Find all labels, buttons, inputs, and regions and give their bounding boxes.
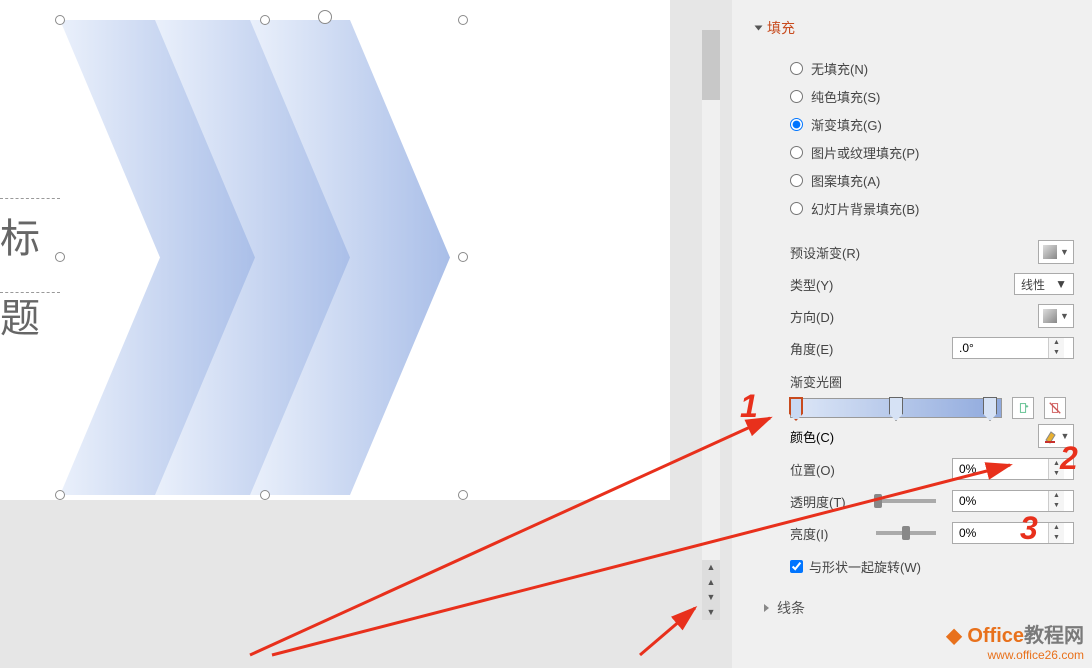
annotation-2: 2: [1060, 440, 1078, 477]
angle-input[interactable]: [953, 338, 1048, 358]
gradient-stop[interactable]: [889, 397, 903, 421]
gradient-stop[interactable]: [983, 397, 997, 421]
vertical-scrollbar[interactable]: ▲ ▼ ▲ ▼: [702, 30, 720, 620]
watermark-url: www.office26.com: [946, 648, 1084, 662]
type-row: 类型(Y) 线性▼: [790, 268, 1074, 300]
spin-down-icon[interactable]: ▼: [1049, 348, 1064, 358]
radio-pattern-fill[interactable]: 图案填充(A): [790, 166, 1074, 194]
transparency-spinner[interactable]: ▲▼: [952, 490, 1074, 512]
rotate-checkbox[interactable]: [790, 560, 803, 573]
transparency-label: 透明度(T): [790, 492, 860, 511]
resize-handle[interactable]: [55, 252, 65, 262]
resize-handle[interactable]: [55, 15, 65, 25]
fill-header-label: 填充: [767, 18, 795, 38]
radio-gradient-fill[interactable]: 渐变填充(G): [790, 110, 1074, 138]
resize-handle[interactable]: [458, 15, 468, 25]
watermark: ◆ Office教程网 www.office26.com: [946, 619, 1084, 662]
rotate-with-shape-checkbox[interactable]: 与形状一起旋转(W): [790, 557, 1074, 576]
spin-up-icon[interactable]: ▲: [1049, 338, 1064, 348]
brightness-label: 亮度(I): [790, 524, 860, 543]
angle-spinner[interactable]: ▲▼: [952, 337, 1074, 359]
direction-label: 方向(D): [790, 307, 834, 326]
scroll-split-up-icon[interactable]: ▲: [702, 560, 720, 575]
color-row: 颜色(C) ▼: [790, 419, 1074, 453]
direction-row: 方向(D) ▼: [790, 300, 1074, 332]
radio-no-fill[interactable]: 无填充(N): [790, 54, 1074, 82]
gradient-stop[interactable]: [789, 397, 803, 421]
transparency-input[interactable]: [953, 491, 1048, 511]
rotate-label: 与形状一起旋转(W): [809, 557, 921, 576]
slide-canvas[interactable]: 标题: [0, 0, 700, 668]
scroll-down-icon[interactable]: ▼: [702, 590, 720, 605]
type-dropdown[interactable]: 线性▼: [1014, 273, 1074, 295]
color-label: 颜色(C): [790, 427, 834, 446]
annotation-3: 3: [1020, 510, 1038, 547]
radio-picture-fill[interactable]: 图片或纹理填充(P): [790, 138, 1074, 166]
shape-selection[interactable]: [60, 20, 470, 500]
spin-up-icon[interactable]: ▲: [1049, 491, 1064, 501]
collapse-icon: [755, 26, 763, 31]
line-header-label: 线条: [777, 598, 805, 618]
line-section-header[interactable]: 线条: [764, 598, 1074, 618]
scroll-split-down-icon[interactable]: ▼: [702, 605, 720, 620]
scroll-up-icon[interactable]: ▲: [702, 575, 720, 590]
position-row: 位置(O) ▲▼: [790, 453, 1074, 485]
angle-row: 角度(E) ▲▼: [790, 332, 1074, 364]
spin-up-icon[interactable]: ▲: [1049, 523, 1064, 533]
slide: 标题: [0, 0, 670, 500]
type-label: 类型(Y): [790, 275, 833, 294]
preset-label: 预设渐变(R): [790, 243, 860, 262]
resize-handle[interactable]: [458, 490, 468, 500]
preset-gradient-row: 预设渐变(R) ▼: [790, 236, 1074, 268]
brightness-spinner[interactable]: ▲▼: [952, 522, 1074, 544]
gradient-stops-slider[interactable]: [790, 398, 1002, 418]
expand-icon: [764, 604, 769, 612]
fill-type-radios: 无填充(N) 纯色填充(S) 渐变填充(G) 图片或纹理填充(P) 图案填充(A…: [790, 54, 1074, 222]
annotation-1: 1: [740, 388, 758, 425]
radio-slidebg-fill[interactable]: 幻灯片背景填充(B): [790, 194, 1074, 222]
spin-down-icon[interactable]: ▼: [1049, 533, 1064, 543]
transparency-slider[interactable]: [876, 499, 936, 503]
resize-handle[interactable]: [260, 15, 270, 25]
format-shape-panel: 填充 无填充(N) 纯色填充(S) 渐变填充(G) 图片或纹理填充(P) 图案填…: [732, 0, 1092, 668]
resize-handle[interactable]: [55, 490, 65, 500]
spin-down-icon[interactable]: ▼: [1049, 501, 1064, 511]
title-placeholder[interactable]: 标题: [0, 198, 60, 293]
scroll-thumb[interactable]: [702, 30, 720, 100]
remove-stop-button[interactable]: [1044, 397, 1066, 419]
direction-dropdown[interactable]: ▼: [1038, 304, 1074, 328]
add-stop-button[interactable]: [1012, 397, 1034, 419]
angle-label: 角度(E): [790, 339, 833, 358]
preset-gradient-dropdown[interactable]: ▼: [1038, 240, 1074, 264]
position-spinner[interactable]: ▲▼: [952, 458, 1074, 480]
fill-section-header[interactable]: 填充: [756, 18, 1074, 38]
position-input[interactable]: [953, 459, 1048, 479]
position-label: 位置(O): [790, 460, 835, 479]
rotate-handle[interactable]: [318, 10, 332, 24]
radio-solid-fill[interactable]: 纯色填充(S): [790, 82, 1074, 110]
brightness-slider[interactable]: [876, 531, 936, 535]
gradient-stops-label: 渐变光圈: [790, 372, 1074, 391]
resize-handle[interactable]: [260, 490, 270, 500]
resize-handle[interactable]: [458, 252, 468, 262]
